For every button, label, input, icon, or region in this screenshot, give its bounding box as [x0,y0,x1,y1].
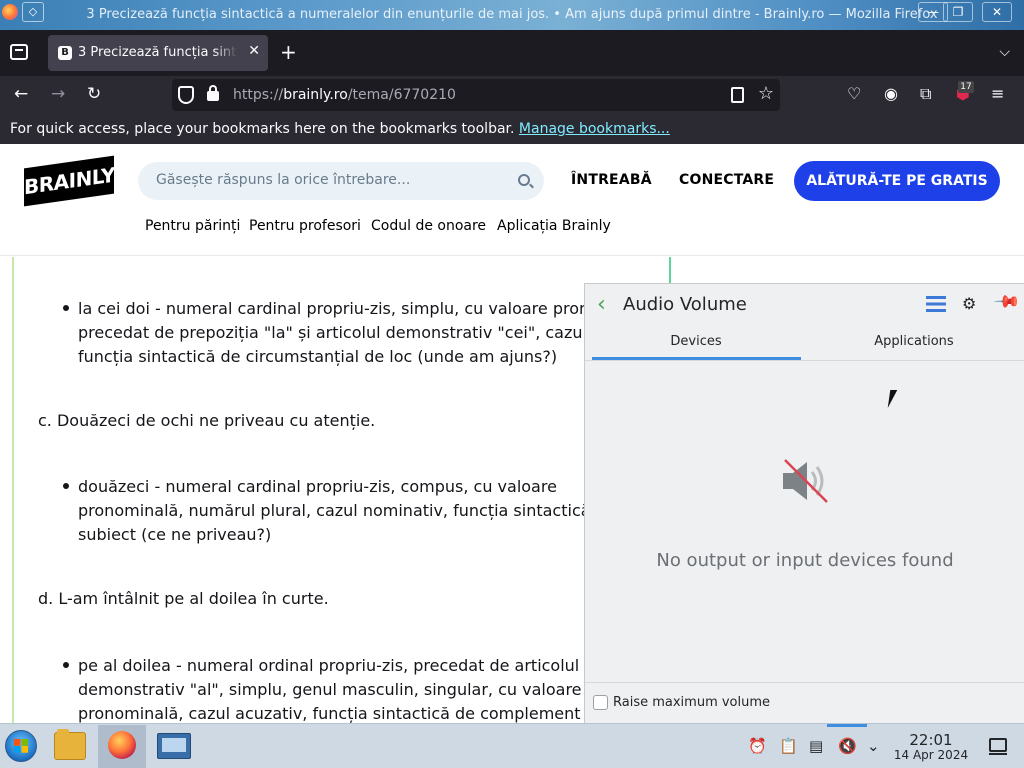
sentence-d: d. L-am întâlnit pe al doilea în curte. [38,589,329,608]
back-icon[interactable]: ← [14,84,28,104]
raise-max-volume-label[interactable]: Raise maximum volume [613,695,770,710]
system-monitor-icon[interactable] [157,733,191,759]
clock-date[interactable]: 14 Apr 2024 [890,748,972,762]
url-text[interactable]: https://brainly.ro/tema/6770210 [233,87,456,103]
back-arrow-icon[interactable]: ‹ [597,292,606,317]
list-all-tabs-icon[interactable]: ⌵ [999,44,1010,60]
bullet-line: pronominală, cazul acuzativ, funcția sin… [78,704,607,723]
taskbar-firefox[interactable] [98,725,146,768]
show-desktop-icon[interactable] [989,738,1007,755]
firefox-icon [108,731,136,759]
nav-link-teachers[interactable]: Pentru profesori [249,218,361,234]
windows-logo-icon [14,739,28,753]
tracking-protection-icon[interactable] [178,86,194,104]
tray-expand-icon[interactable]: ⌄ [867,737,880,755]
speaker-muted-icon [783,459,828,503]
bullet-line: pronominală, numărul plural, cazul nomin… [78,501,616,520]
hamburger-menu-icon[interactable]: ≡ [991,84,1004,104]
lock-icon[interactable] [207,85,219,101]
bookmarks-toolbar: For quick access, place your bookmarks h… [0,114,1024,144]
login-link[interactable]: CONECTARE [679,172,774,188]
bullet-line: subiect (ce ne priveau?) [78,525,272,544]
raise-max-volume-checkbox[interactable] [593,695,608,710]
clipboard-icon[interactable]: 📋 [779,737,798,755]
taskbar: ⏰ 📋 ▤ 🔇 ⌄ 22:01 14 Apr 2024 [0,723,1024,768]
tab-title: 3 Precizează funcția sint [78,45,237,60]
bullet-line: pe al doilea - numeral ordinal propriu-z… [78,656,580,675]
panel-title: Audio Volume [623,294,747,315]
disks-icon[interactable]: ▤ [809,737,823,755]
menu-icon[interactable] [926,296,946,312]
footer-divider [585,682,1024,683]
bullet-dot [63,483,69,489]
audio-volume-panel: ‹ Audio Volume ⚙ 📌 Devices Applications … [584,283,1024,723]
join-free-button[interactable]: ALĂTURĂ-TE PE GRATIS [794,161,1000,201]
extensions-icon[interactable]: ⧉ [920,84,931,104]
file-manager-icon[interactable] [54,729,86,760]
reader-view-icon[interactable] [731,87,744,103]
window-titlebar: ◇ 3 Precizează funcția sintactică a nume… [0,0,1024,30]
ask-link[interactable]: ÎNTREABĂ [571,172,652,188]
search-placeholder: Găsește răspuns la orice întrebare... [156,172,411,188]
close-button[interactable]: ✕ [982,2,1012,22]
manage-bookmarks-link[interactable]: Manage bookmarks... [519,121,670,137]
site-header: BRAINLY Găsește răspuns la orice întreba… [0,144,1024,256]
tray-active-indicator [827,724,867,727]
brainly-logo[interactable]: BRAINLY [24,155,115,207]
new-tab-icon[interactable]: + [280,42,297,62]
tab-applications[interactable]: Applications [809,334,1019,349]
account-icon[interactable]: ◉ [884,84,898,104]
tab-divider [585,360,1024,361]
bookmarks-hint: For quick access, place your bookmarks h… [10,121,670,137]
clock-time[interactable]: 22:01 [898,731,964,749]
bullet-dot [63,305,69,311]
search-input[interactable]: Găsește răspuns la orice întrebare... [138,162,544,200]
bullet-line: la cei doi - numeral cardinal propriu-zi… [78,299,615,318]
extension-badge: 17 [958,81,974,93]
close-tab-icon[interactable]: ✕ [248,43,260,59]
search-icon[interactable] [518,174,530,186]
volume-muted-icon[interactable]: 🔇 [838,737,857,755]
maximize-button[interactable]: ❐ [943,2,973,22]
nav-link-parents[interactable]: Pentru părinți [145,218,240,234]
bullet-line: douăzeci - numeral cardinal propriu-zis,… [78,477,557,496]
bookmark-star-icon[interactable]: ☆ [758,83,774,104]
answer-border [12,257,14,723]
url-bar[interactable]: https://brainly.ro/tema/6770210 ☆ [172,79,780,111]
sentence-c: c. Douăzeci de ochi ne priveau cu atenți… [38,411,376,430]
bullet-line: funcția sintactică de circumstanțial de … [78,347,558,366]
start-menu-button[interactable] [5,730,37,762]
nav-link-app[interactable]: Aplicația Brainly [497,218,611,234]
navigation-toolbar: ← → ↻ https://brainly.ro/tema/6770210 ☆ … [0,76,1024,114]
window-title: 3 Precizează funcția sintactică a numera… [86,7,938,22]
bullet-line: demonstrativ "al", simplu, genul masculi… [78,680,582,699]
nav-link-honor-code[interactable]: Codul de onoare [371,218,486,234]
browser-tab[interactable]: B 3 Precizează funcția sint ✕ [48,35,268,71]
firefox-view-icon[interactable] [10,44,28,60]
empty-state-message: No output or input devices found [656,550,954,571]
pocket-icon[interactable]: ♡ [847,84,861,104]
tab-devices[interactable]: Devices [591,334,801,349]
configure-icon[interactable]: ⚙ [962,294,976,313]
bullet-line: precedat de prepoziția "la" și articolul… [78,323,611,342]
notifications-icon[interactable]: ⏰ [748,737,767,755]
reload-icon[interactable]: ↻ [87,84,101,104]
brainly-favicon-icon: B [58,46,72,60]
tab-strip: B 3 Precizează funcția sint ✕ + ⌵ [0,30,1024,76]
forward-icon[interactable]: → [51,84,65,104]
pin-icon[interactable]: 📌 [992,287,1021,316]
bullet-dot [63,662,69,668]
